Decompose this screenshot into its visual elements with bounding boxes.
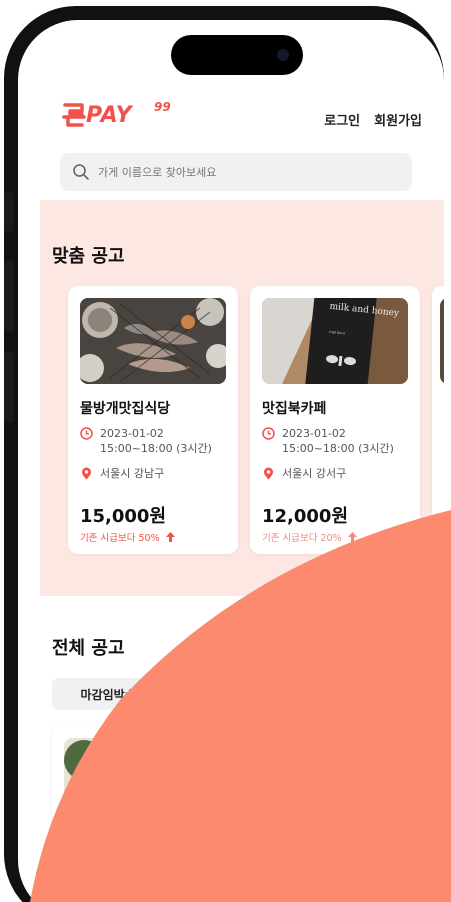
card-date: 2023-01-02 — [100, 427, 164, 440]
card-wage-diff-text: 기존 시급보다 20% — [262, 533, 342, 544]
signup-link[interactable]: 회원가입 — [374, 110, 422, 129]
search-bar[interactable] — [60, 153, 412, 191]
list-card-title: 수 — [64, 839, 77, 855]
card-wage-diff-text: 기존 시급보다 50% — [80, 533, 160, 544]
clock-icon — [80, 427, 93, 440]
job-card[interactable]: 물방개맛집식당 2023-01-02 15:00~18:00 (3시간) 서울시 … — [68, 286, 238, 554]
logo-superscript: 99 — [154, 100, 171, 114]
brand-logo[interactable]: PAY 99 — [62, 100, 174, 136]
job-list-card[interactable]: 수 — [52, 726, 252, 902]
plants-photo — [64, 738, 224, 818]
volume-down-button — [4, 351, 14, 423]
logo-glyph-icon — [62, 103, 86, 127]
dynamic-island — [171, 35, 303, 75]
location-pin-icon — [264, 467, 273, 480]
book-photo: milk and honey rupi kaur — [262, 298, 408, 384]
side-button — [4, 192, 14, 232]
card-location: 서울시 강서구 — [262, 466, 346, 481]
card-price: 15,000원 — [80, 506, 167, 527]
login-link[interactable]: 로그인 — [324, 110, 360, 129]
card-store-name: 맛집북카페 — [262, 401, 327, 417]
card-store-name: 물방개맛집식당 — [80, 401, 171, 417]
search-input[interactable] — [98, 165, 378, 179]
filter-label: 상 — [198, 687, 210, 702]
clock-icon — [262, 427, 275, 440]
card-price: 12,000원 — [262, 506, 349, 527]
card-schedule: 2023-01-02 15:00~18:00 (3시간) — [262, 426, 394, 456]
sort-dropdown[interactable]: 마감임박순 ▼ — [52, 678, 178, 710]
job-card[interactable]: milk and honey rupi kaur 맛집북카페 2023-01-0… — [250, 286, 420, 554]
custom-jobs-section: 맞춤 공고 물방개맛집식당 2023-01-02 15:00~18:00 (3시… — [40, 200, 444, 596]
arrow-up-icon — [347, 532, 357, 542]
card-date: 2023-01-02 — [282, 427, 346, 440]
card-schedule: 2023-01-02 15:00~18:00 (3시간) — [80, 426, 212, 456]
card-image-partial — [440, 298, 444, 384]
chevron-down-icon: ▼ — [141, 688, 150, 700]
sort-label: 마감임박순 — [80, 687, 136, 702]
location-pin-icon — [82, 467, 91, 480]
phone-screen: PAY 99 로그인 회원가입 맞춤 공고 — [18, 20, 444, 902]
volume-up-button — [4, 260, 14, 332]
card-time: 15:00~18:00 (3시간) — [282, 442, 394, 455]
card-location-text: 서울시 강서구 — [282, 467, 347, 480]
card-wage-diff: 기존 시급보다 50% — [80, 530, 175, 544]
all-section-title: 전체 공고 — [52, 638, 125, 659]
custom-section-title: 맞춤 공고 — [52, 246, 125, 267]
phone-frame: PAY 99 로그인 회원가입 맞춤 공고 — [4, 6, 444, 902]
card-wage-diff: 기존 시급보다 20% — [262, 530, 357, 544]
auth-links: 로그인 회원가입 — [324, 110, 422, 129]
card-location-text: 서울시 강남구 — [100, 467, 165, 480]
search-icon — [73, 164, 89, 180]
card-location: 서울시 강남구 — [80, 466, 164, 481]
filter-chip[interactable]: 상 — [186, 678, 242, 710]
card-time: 15:00~18:00 (3시간) — [100, 442, 212, 455]
job-card-partial[interactable] — [432, 286, 444, 554]
logo-text: PAY — [86, 103, 133, 128]
app-header: PAY 99 로그인 회원가입 — [18, 88, 444, 148]
arrow-up-icon — [165, 532, 175, 542]
shrimp-photo — [80, 298, 226, 384]
